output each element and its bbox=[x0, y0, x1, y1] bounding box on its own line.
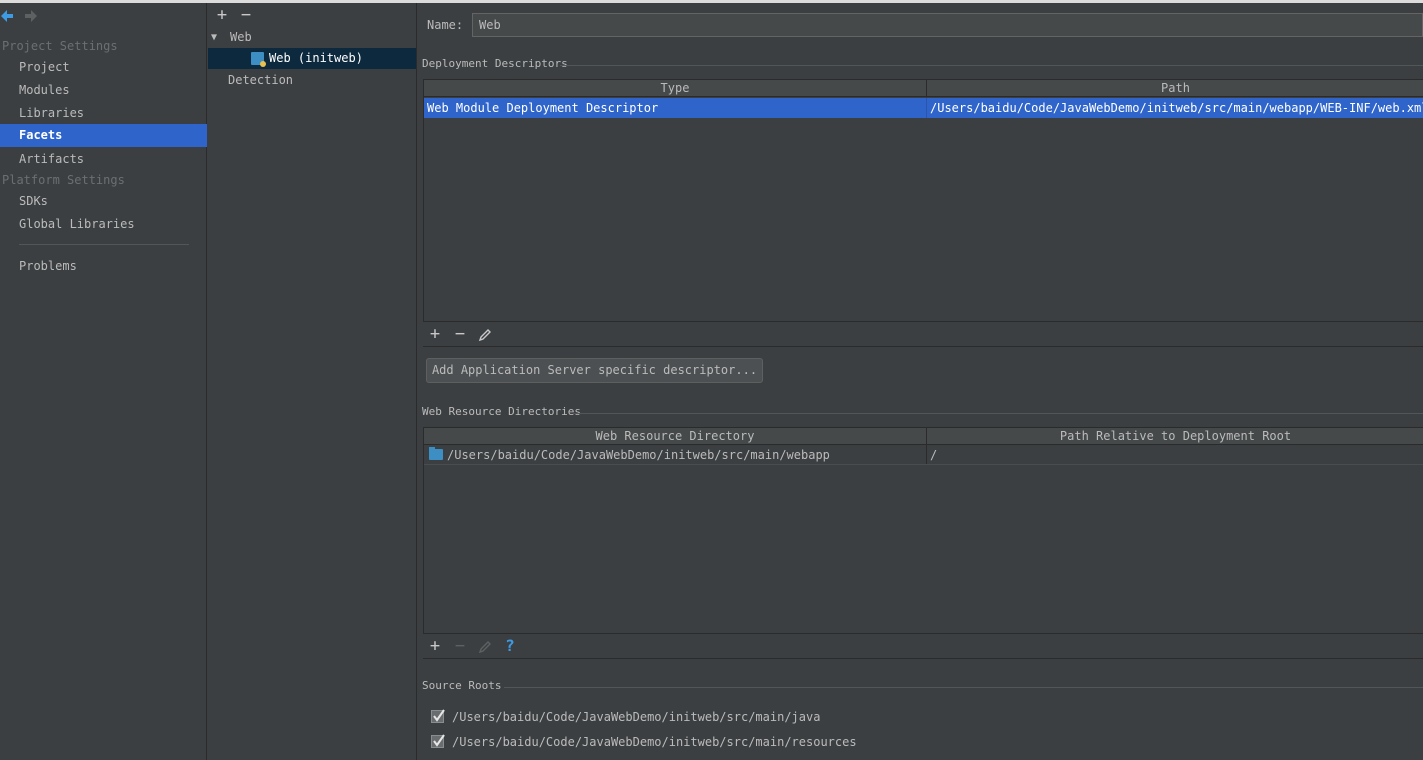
help-question-icon[interactable]: ? bbox=[501, 636, 519, 656]
source-root-label: /Users/baidu/Code/JavaWebDemo/initweb/sr… bbox=[452, 710, 821, 724]
web-resource-directories-table: Web Resource Directory Path Relative to … bbox=[423, 427, 1423, 634]
edit-descriptor-pencil-icon[interactable] bbox=[476, 324, 494, 344]
column-header-type[interactable]: Type bbox=[424, 80, 926, 97]
tree-node-web[interactable]: ▼ Web bbox=[208, 27, 416, 48]
facet-detail-pane: Name: Web Deployment Descriptors Type Pa… bbox=[418, 3, 1423, 760]
tree-node-web-initweb[interactable]: Web (initweb) bbox=[208, 48, 416, 69]
table-header: Type Path bbox=[424, 80, 1423, 97]
add-descriptor-button[interactable]: + bbox=[426, 324, 444, 344]
name-field[interactable]: Web bbox=[472, 13, 1423, 37]
column-header-web-resource-directory[interactable]: Web Resource Directory bbox=[424, 428, 926, 445]
sidebar-item-problems[interactable]: Problems bbox=[0, 255, 207, 278]
group-divider bbox=[504, 687, 1423, 688]
tree-node-label: Detection bbox=[228, 73, 294, 87]
add-facet-button[interactable]: + bbox=[213, 5, 231, 25]
expand-arrow-icon[interactable]: ▼ bbox=[211, 27, 217, 48]
column-divider bbox=[926, 445, 927, 465]
sidebar-item-sdks[interactable]: SDKs bbox=[0, 190, 207, 213]
row-divider bbox=[424, 464, 1423, 465]
column-header-path[interactable]: Path bbox=[927, 80, 1423, 97]
table-row[interactable]: /Users/baidu/Code/JavaWebDemo/initweb/sr… bbox=[424, 445, 1423, 465]
column-header-relative-path[interactable]: Path Relative to Deployment Root bbox=[927, 428, 1423, 445]
sidebar-item-facets[interactable]: Facets bbox=[0, 124, 207, 147]
deployment-descriptors-toolbar: + − bbox=[423, 321, 1423, 347]
add-server-descriptor-button[interactable]: Add Application Server specific descript… bbox=[426, 358, 763, 383]
add-resource-directory-button[interactable]: + bbox=[426, 636, 444, 656]
name-label: Name: bbox=[427, 18, 464, 32]
remove-resource-directory-button[interactable]: − bbox=[451, 636, 469, 656]
source-root-checkbox[interactable] bbox=[431, 734, 445, 748]
web-resource-directories-title: Web Resource Directories bbox=[422, 405, 581, 418]
sidebar-item-project[interactable]: Project bbox=[0, 56, 207, 79]
project-settings-header: Project Settings bbox=[2, 39, 118, 53]
descriptor-type-cell: Web Module Deployment Descriptor bbox=[427, 101, 659, 115]
edit-resource-pencil-icon[interactable] bbox=[476, 636, 494, 656]
column-divider bbox=[926, 98, 927, 118]
web-facet-icon bbox=[251, 52, 266, 67]
forward-arrow-icon[interactable] bbox=[24, 8, 38, 24]
table-header: Web Resource Directory Path Relative to … bbox=[424, 428, 1423, 445]
deployment-descriptors-table: Type Path Web Module Deployment Descript… bbox=[423, 79, 1423, 322]
sidebar-divider bbox=[19, 244, 189, 245]
source-root-label: /Users/baidu/Code/JavaWebDemo/initweb/sr… bbox=[452, 735, 857, 749]
table-row[interactable]: Web Module Deployment Descriptor /Users/… bbox=[424, 98, 1423, 118]
navigation-arrows bbox=[0, 8, 60, 26]
tree-node-detection[interactable]: Detection bbox=[208, 70, 416, 91]
descriptor-path-cell: /Users/baidu/Code/JavaWebDemo/initweb/sr… bbox=[930, 101, 1423, 115]
sidebar-item-artifacts[interactable]: Artifacts bbox=[0, 148, 207, 171]
remove-descriptor-button[interactable]: − bbox=[451, 324, 469, 344]
group-divider bbox=[574, 413, 1423, 414]
web-resource-directories-toolbar: + − ? bbox=[423, 633, 1423, 659]
source-root-checkbox[interactable] bbox=[431, 709, 445, 723]
deployment-descriptors-title: Deployment Descriptors bbox=[422, 57, 568, 70]
platform-settings-header: Platform Settings bbox=[2, 173, 125, 187]
back-arrow-icon[interactable] bbox=[0, 8, 14, 24]
sidebar-item-libraries[interactable]: Libraries bbox=[0, 102, 207, 125]
settings-sidebar: Project Settings Project Modules Librari… bbox=[0, 3, 207, 760]
group-divider bbox=[560, 65, 1423, 66]
facets-tree-pane: + − ▼ Web Web (initweb) Detection bbox=[208, 3, 417, 760]
relative-path-cell: / bbox=[930, 448, 938, 462]
tree-node-label: Web (initweb) bbox=[269, 51, 363, 65]
remove-facet-button[interactable]: − bbox=[237, 5, 255, 25]
resource-directory-cell: /Users/baidu/Code/JavaWebDemo/initweb/sr… bbox=[447, 448, 830, 462]
source-roots-title: Source Roots bbox=[422, 679, 502, 692]
tree-node-label: Web bbox=[230, 30, 252, 44]
sidebar-item-global-libraries[interactable]: Global Libraries bbox=[0, 213, 207, 236]
sidebar-item-modules[interactable]: Modules bbox=[0, 79, 207, 102]
web-folder-icon bbox=[429, 447, 443, 460]
